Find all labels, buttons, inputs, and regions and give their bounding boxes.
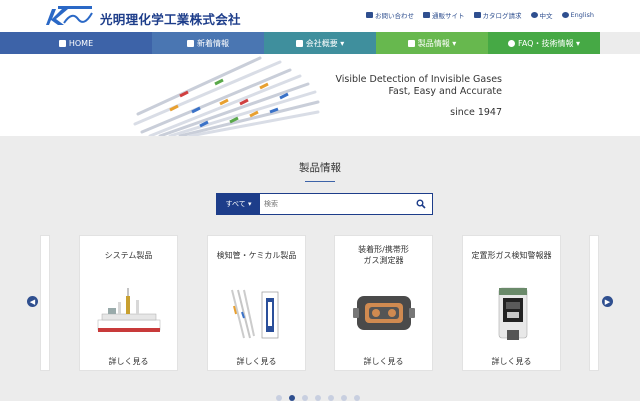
carousel-pagination — [276, 395, 360, 401]
product-card-system[interactable]: システム製品 詳しく見る — [79, 235, 178, 371]
hero-line-2: Fast, Easy and Accurate — [388, 86, 502, 97]
carousel-dot[interactable] — [276, 395, 282, 401]
carousel-prev-arrow-icon[interactable]: ◀ — [27, 296, 38, 307]
nav-company[interactable]: 会社概要 ▾ — [264, 32, 376, 54]
home-icon — [58, 39, 66, 47]
card-more-link[interactable]: 詳しく見る — [80, 356, 177, 367]
catalog-link[interactable]: カタログ請求 — [473, 10, 522, 20]
globe-icon — [561, 12, 569, 18]
site-header: 光明理化学工業株式会社 お問い合わせ 通販サイト カタログ請求 中文 Engli… — [0, 0, 640, 32]
card-title: 検知管・ケミカル製品 — [216, 251, 297, 260]
nav-products[interactable]: 製品情報 ▾ — [376, 32, 488, 54]
pencil-icon — [407, 39, 415, 47]
card-more-link[interactable]: 詳しく見る — [208, 356, 305, 367]
product-card-fixed[interactable]: 定置形ガス検知警報器 詳しく見る — [462, 235, 561, 371]
card-more-link[interactable]: 詳しく見る — [335, 356, 432, 367]
carousel-dot[interactable] — [302, 395, 308, 401]
contact-link[interactable]: お問い合わせ — [366, 10, 414, 20]
document-icon — [187, 39, 194, 47]
building-icon — [295, 39, 303, 47]
hero-since: since 1947 — [450, 107, 502, 118]
question-icon — [507, 39, 515, 47]
detector-tube-image — [231, 289, 279, 339]
hero-banner: Visible Detection of Invisible Gases Fas… — [0, 54, 640, 136]
product-card-portable[interactable]: 装着形/携帯形 ガス測定器 詳しく見る — [334, 235, 433, 371]
product-card-tubes[interactable]: 検知管・ケミカル製品 詳しく見る — [207, 235, 306, 371]
card-title: 定置形ガス検知警報器 — [471, 251, 552, 260]
top-links: お問い合わせ 通販サイト カタログ請求 中文 English — [366, 10, 594, 20]
category-dropdown[interactable]: すべて ▾ — [217, 194, 260, 214]
title-underline — [305, 181, 335, 182]
card-more-link[interactable]: 詳しく見る — [463, 356, 560, 367]
nav-news[interactable]: 新着情報 — [152, 32, 264, 54]
carousel-dot-active[interactable] — [289, 395, 295, 401]
search-input[interactable] — [264, 197, 414, 211]
carousel-dot[interactable] — [354, 395, 360, 401]
detector-tubes-image — [133, 56, 320, 136]
english-link[interactable]: English — [561, 10, 594, 20]
product-search: すべて ▾ — [216, 193, 433, 215]
products-title: 製品情報 — [299, 162, 341, 174]
shop-link[interactable]: 通販サイト — [423, 10, 465, 20]
card-title: システム製品 — [104, 251, 153, 260]
nav-faq[interactable]: FAQ・技術情報 ▾ — [488, 32, 600, 54]
globe-icon — [530, 12, 538, 18]
hero-line-1: Visible Detection of Invisible Gases — [335, 74, 502, 85]
hero-tagline: Visible Detection of Invisible Gases Fas… — [335, 74, 502, 98]
system-product-image — [97, 288, 161, 332]
gas-monitor-image — [353, 296, 415, 330]
book-icon — [473, 12, 481, 18]
product-card-partial-left[interactable] — [40, 235, 50, 371]
card-title: 装着形/携帯形 ガス測定器 — [358, 245, 409, 265]
cart-icon — [423, 12, 431, 18]
main-nav: HOME 新着情報 会社概要 ▾ 製品情報 ▾ FAQ・技術情報 ▾ — [0, 32, 640, 54]
fixed-detector-image — [498, 287, 528, 340]
search-icon[interactable] — [416, 199, 426, 209]
carousel-dot[interactable] — [328, 395, 334, 401]
carousel-dot[interactable] — [315, 395, 321, 401]
company-name[interactable]: 光明理化学工業株式会社 — [100, 9, 241, 28]
carousel-dot[interactable] — [341, 395, 347, 401]
product-card-partial-right[interactable] — [589, 235, 599, 371]
envelope-icon — [366, 12, 374, 18]
nav-home[interactable]: HOME — [0, 32, 152, 54]
company-logo[interactable] — [44, 5, 96, 27]
chinese-link[interactable]: 中文 — [530, 10, 553, 20]
carousel-next-arrow-icon[interactable]: ▶ — [602, 296, 613, 307]
